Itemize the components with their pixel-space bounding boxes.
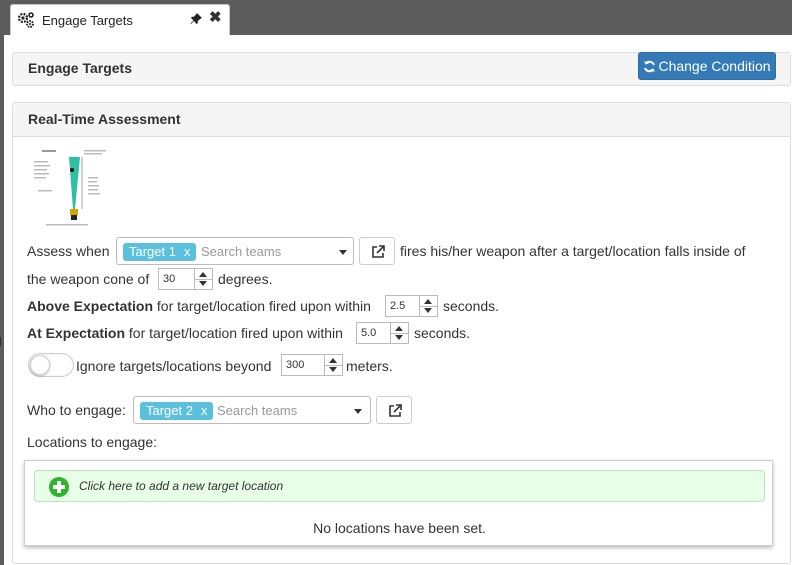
open-engage-external-button[interactable] (376, 396, 412, 424)
cone-degrees-stepper[interactable]: 30 (158, 268, 213, 290)
decrement-icon[interactable] (424, 308, 432, 313)
external-link-icon (372, 245, 385, 258)
assess-team-select[interactable]: Target 1 x Search teams (116, 237, 354, 265)
fires-text: fires his/her weapon after a target/loca… (400, 243, 746, 259)
at-suffix-text: seconds. (414, 325, 471, 341)
toggle-knob[interactable] (30, 355, 50, 375)
at-expectation-text: for target/location fired upon within (128, 325, 343, 341)
at-seconds-value[interactable]: 5.0 (361, 327, 376, 339)
tab-strip: Engage Targets ✖ (0, 0, 792, 36)
above-seconds-stepper[interactable]: 2.5 (385, 295, 438, 317)
at-expectation-label: At Expectation (27, 325, 126, 341)
ignore-stepper-buttons[interactable] (324, 355, 343, 375)
above-suffix-text: seconds. (443, 298, 500, 314)
ignore-text: Ignore targets/locations beyond (76, 358, 272, 374)
assessment-panel-title: Real-Time Assessment (13, 103, 790, 137)
add-location-button[interactable]: Click here to add a new target location (34, 470, 765, 502)
close-icon[interactable]: ✖ (209, 9, 222, 26)
cone-prefix-text: the weapon cone of (27, 271, 150, 287)
at-expectation-line: At Expectation for target/location fired… (27, 325, 343, 341)
ignore-suffix-text: meters. (346, 358, 393, 374)
decrement-icon[interactable] (395, 335, 403, 340)
ignore-distance-toggle[interactable] (28, 353, 74, 377)
gears-icon (17, 12, 34, 28)
above-expectation-line: Above Expectation for target/location fi… (27, 298, 371, 314)
assess-when-label: Assess when (27, 243, 110, 259)
content-window: Engage Targets Change Condition Real-Tim… (0, 35, 792, 565)
resize-handle-left[interactable] (0, 337, 1, 346)
chip-remove-icon[interactable]: x (201, 403, 208, 418)
decrement-icon[interactable] (199, 281, 207, 286)
locations-label: Locations to engage: (27, 434, 157, 450)
chevron-down-icon[interactable] (339, 250, 347, 255)
plus-circle-icon (49, 477, 69, 497)
at-stepper-buttons[interactable] (390, 323, 409, 343)
increment-icon[interactable] (329, 358, 337, 363)
increment-icon[interactable] (395, 326, 403, 331)
empty-locations-message: No locations have been set. (313, 520, 486, 536)
team-chip-target-1[interactable]: Target 1 x (123, 243, 197, 261)
who-to-engage-label: Who to engage: (27, 402, 126, 418)
chevron-down-icon[interactable] (354, 409, 362, 414)
increment-icon[interactable] (199, 272, 207, 277)
external-link-icon (389, 404, 402, 417)
decrement-icon[interactable] (329, 367, 337, 372)
tab-title: Engage Targets (42, 13, 133, 28)
weapon-cone-diagram (32, 147, 114, 229)
above-expectation-text: for target/location fired upon within (156, 298, 371, 314)
cone-stepper-buttons[interactable] (194, 269, 213, 289)
team-chip-target-2[interactable]: Target 2 x (140, 402, 214, 420)
cone-suffix-text: degrees. (218, 271, 273, 287)
open-team-external-button[interactable] (359, 237, 395, 265)
change-condition-label: Change Condition (658, 58, 771, 74)
refresh-icon (644, 60, 656, 73)
change-condition-button[interactable]: Change Condition (638, 52, 776, 80)
team-search-input[interactable]: Search teams (201, 244, 281, 259)
above-expectation-label: Above Expectation (27, 298, 154, 314)
above-stepper-buttons[interactable] (419, 296, 438, 316)
team-chip-label: Target 1 (129, 244, 176, 259)
ignore-meters-value[interactable]: 300 (286, 359, 304, 371)
tab-engage-targets[interactable]: Engage Targets ✖ (10, 4, 230, 36)
pin-icon[interactable] (190, 12, 203, 25)
cone-degrees-value[interactable]: 30 (163, 273, 175, 285)
ignore-meters-stepper[interactable]: 300 (281, 354, 343, 376)
at-seconds-stepper[interactable]: 5.0 (356, 322, 409, 344)
team-chip-label: Target 2 (146, 403, 193, 418)
increment-icon[interactable] (424, 299, 432, 304)
chip-remove-icon[interactable]: x (184, 244, 191, 259)
add-location-text: Click here to add a new target location (79, 479, 284, 493)
engage-team-select[interactable]: Target 2 x Search teams (133, 396, 371, 424)
engage-search-input[interactable]: Search teams (217, 403, 297, 418)
locations-panel: Click here to add a new target location … (24, 460, 773, 546)
above-seconds-value[interactable]: 2.5 (390, 300, 405, 312)
